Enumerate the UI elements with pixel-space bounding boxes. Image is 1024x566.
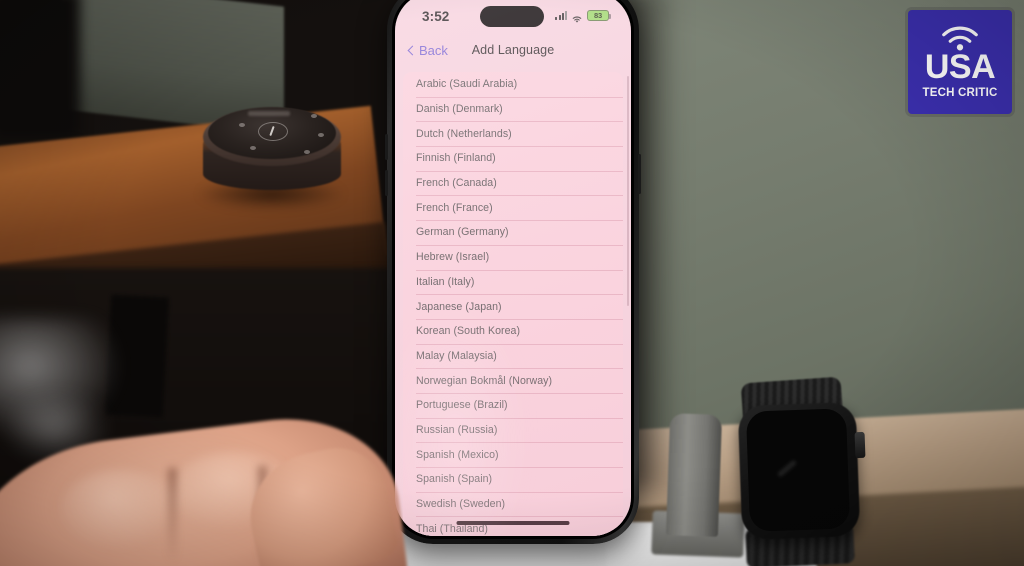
power-button[interactable] (638, 154, 641, 194)
language-list: Arabic (Saudi Arabia) Danish (Denmark) Dut… (403, 72, 623, 536)
language-list-item[interactable]: Finnish (Finland) (403, 146, 623, 171)
language-list-item[interactable]: Korean (South Korea) (403, 318, 623, 344)
language-label: Danish (Denmark) (416, 103, 503, 116)
language-label: Russian (Russia) (416, 423, 498, 436)
language-list-item[interactable]: Hebrew (Israel) (403, 244, 623, 270)
watch-stand-column (665, 413, 723, 537)
smart-watch-screen (745, 408, 851, 532)
language-list-item[interactable]: Malay (Malaysia) (403, 343, 623, 369)
language-list-scroll-area[interactable]: Arabic (Saudi Arabia) Danish (Denmark) Dut… (403, 72, 623, 536)
language-label: Swedish (Sweden) (416, 498, 506, 511)
volume-up-button[interactable] (385, 134, 388, 160)
smartphone-device: 3:52 83 Back Add Language Arabic (Saudi … (385, 0, 641, 544)
language-label: Italian (Italy) (416, 275, 475, 288)
language-label: Finnish (Finland) (416, 152, 496, 165)
volume-down-button[interactable] (385, 170, 388, 196)
finger-crease (168, 468, 177, 563)
language-label: German (Germany) (416, 226, 509, 239)
language-label: Arabic (Saudi Arabia) (416, 78, 518, 91)
language-list-item[interactable]: Arabic (Saudi Arabia) (403, 72, 623, 97)
language-label: French (France) (416, 201, 493, 214)
phone-screen: 3:52 83 Back Add Language Arabic (Saudi … (395, 0, 631, 536)
language-list-item[interactable]: Japanese (Japan) (403, 294, 623, 319)
status-bar-time: 3:52 (422, 9, 450, 24)
speaker-button-icon (239, 123, 245, 127)
wall-shadow-left (0, 0, 80, 140)
language-label: Hebrew (Israel) (416, 251, 490, 264)
language-label: Portuguese (Brazil) (416, 399, 508, 412)
language-label: Dutch (Netherlands) (416, 127, 512, 140)
battery-percent-label: 83 (594, 11, 602, 20)
language-list-item[interactable]: Thai (Thailand) (403, 516, 623, 536)
speaker-brand-label (248, 111, 290, 116)
language-label: Spanish (Spain) (416, 473, 493, 486)
speaker-button-icon (311, 114, 317, 118)
language-list-item[interactable]: Russian (Russia) (403, 417, 623, 443)
status-bar-indicators: 83 (555, 10, 611, 23)
navigation-bar: Back Add Language (395, 40, 631, 70)
language-label: Korean (South Korea) (416, 325, 521, 338)
speaker-button-icon (318, 133, 324, 137)
language-list-item[interactable]: Spanish (Spain) (403, 467, 623, 492)
language-list-item[interactable]: Swedish (Sweden) (403, 491, 623, 517)
language-list-item[interactable]: Norwegian Bokmål (Norway) (403, 368, 623, 393)
dynamic-island (480, 6, 544, 27)
language-list-item[interactable]: French (Canada) (403, 170, 623, 196)
photo-scene: 3:52 83 Back Add Language Arabic (Saudi … (0, 0, 1024, 566)
speaker-button-icon (304, 150, 310, 154)
speaker-button-icon (250, 146, 256, 150)
language-label: Spanish (Mexico) (416, 448, 499, 461)
language-label: Norwegian Bokmål (Norway) (416, 374, 553, 387)
language-list-item[interactable]: Danish (Denmark) (403, 96, 623, 122)
language-list-item[interactable]: Spanish (Mexico) (403, 442, 623, 467)
home-indicator[interactable] (456, 521, 570, 525)
language-list-item[interactable]: Dutch (Netherlands) (403, 121, 623, 147)
watch-digital-crown (854, 431, 866, 459)
watermark-brand: USA (924, 48, 996, 87)
wifi-icon (571, 11, 583, 23)
language-list-item[interactable]: French (France) (403, 195, 623, 221)
channel-watermark: USA TECH CRITIC (908, 10, 1012, 114)
language-label: Japanese (Japan) (416, 300, 502, 313)
language-label: Malay (Malaysia) (416, 349, 497, 362)
status-bar: 3:52 83 (395, 0, 631, 40)
phone-bezel: 3:52 83 Back Add Language Arabic (Saudi … (392, 0, 634, 539)
page-title: Add Language (471, 43, 555, 57)
scroll-indicator[interactable] (626, 76, 629, 306)
language-list-item[interactable]: Italian (Italy) (403, 269, 623, 295)
watermark-tagline: TECH CRITIC (922, 86, 998, 99)
language-label: French (Canada) (416, 177, 497, 190)
speaker-center-dial (258, 122, 288, 141)
knuckle-highlight (60, 470, 180, 550)
language-list-item[interactable]: Portuguese (Brazil) (403, 392, 623, 418)
signal-bars-icon (555, 11, 567, 20)
battery-icon: 83 (587, 10, 611, 21)
language-list-item[interactable]: German (Germany) (403, 220, 623, 245)
